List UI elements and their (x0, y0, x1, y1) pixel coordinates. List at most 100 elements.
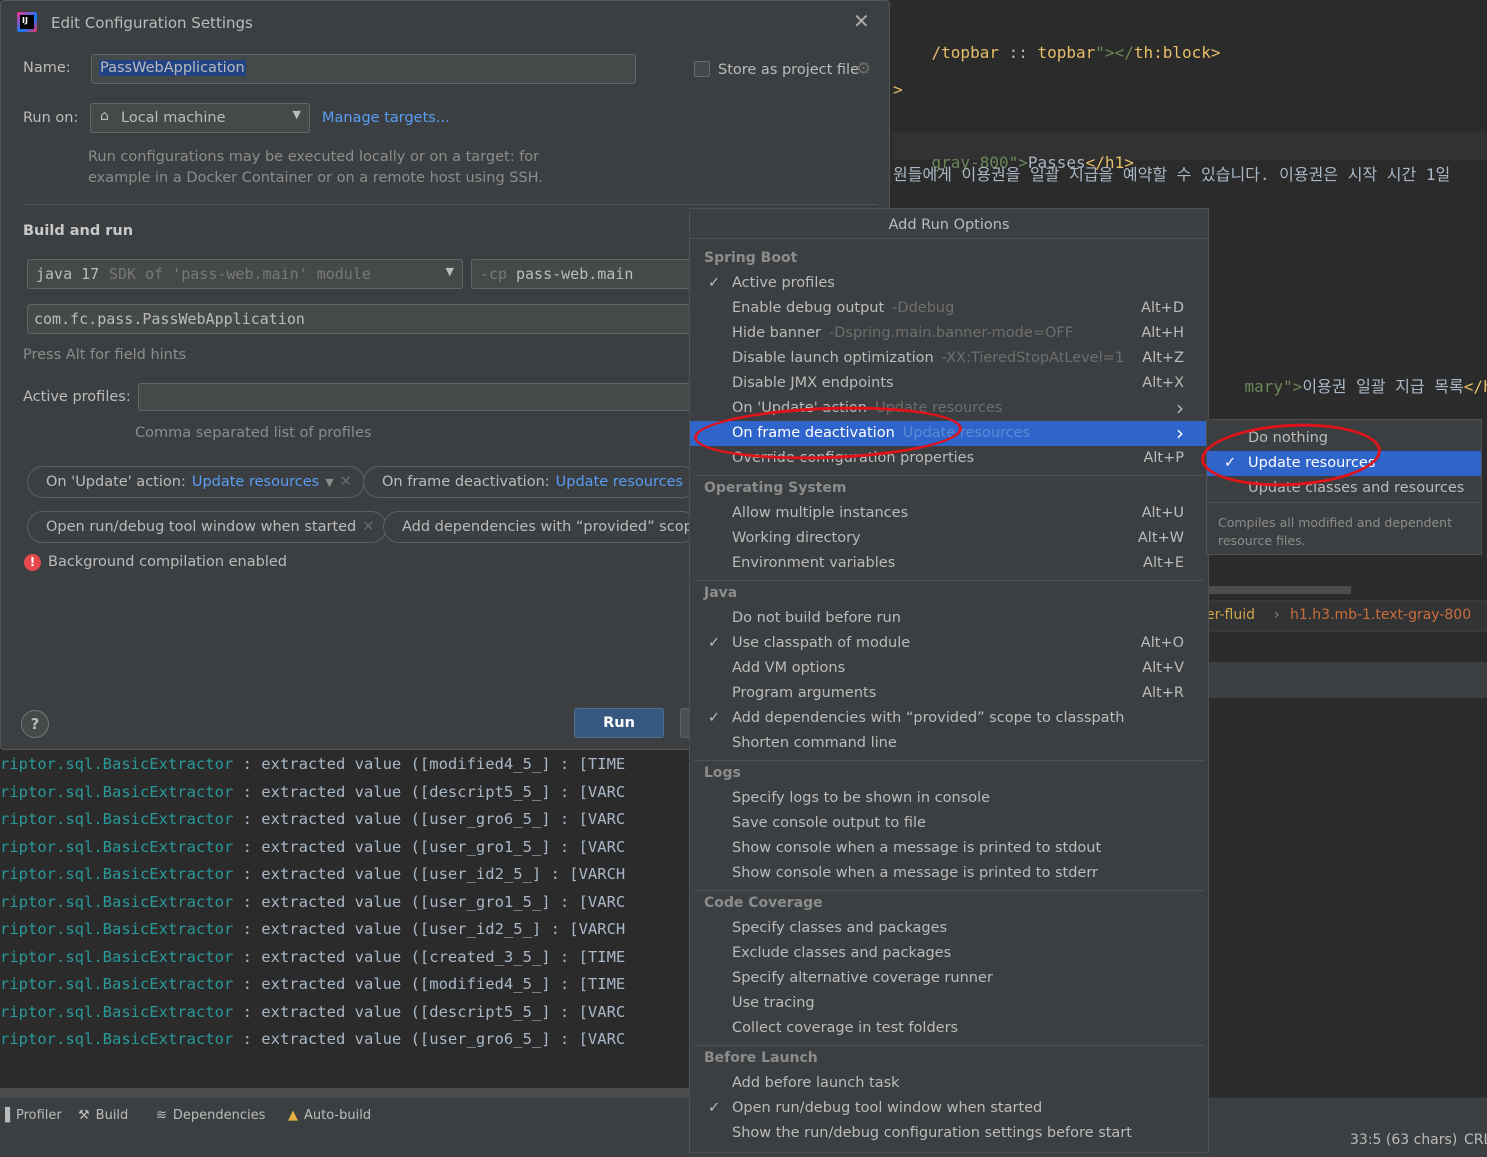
close-icon[interactable]: ✕ (340, 474, 352, 490)
check-icon: ✓ (708, 275, 721, 291)
run-button[interactable]: Run (574, 708, 664, 738)
auto-build-tab[interactable]: ▲ Auto-build (288, 1108, 371, 1123)
menu-item-add-dependencies-provided[interactable]: ✓ Add dependencies with “provided” scope … (690, 706, 1208, 731)
bg-compile-text: Background compilation enabled (48, 554, 287, 570)
menu-item-working-directory[interactable]: Working directory Alt+W (690, 526, 1208, 551)
run-on-select[interactable]: ⌂ Local machine ▼ (90, 103, 310, 133)
hammer-icon: ⚒ (78, 1108, 90, 1123)
section-java: Java (704, 585, 738, 601)
chevron-right-icon: › (1274, 607, 1280, 623)
menu-item-environment-variables[interactable]: Environment variables Alt+E (690, 551, 1208, 576)
profiler-icon: ▐ (0, 1108, 10, 1123)
classpath-field[interactable]: -cp pass-web.main (471, 259, 691, 289)
console-line: riptor.sql.BasicExtractor : extracted va… (0, 920, 626, 938)
submenu-description: Compiles all modified and dependent resou… (1218, 515, 1453, 548)
chevron-down-icon[interactable]: ▼ (325, 476, 333, 489)
chip-open-tool-window[interactable]: Open run/debug tool window when started ✕ (27, 511, 388, 543)
submenu-separator (1208, 502, 1480, 503)
name-label: Name: (23, 60, 71, 76)
menu-item-shorten-command-line[interactable]: Shorten command line (690, 731, 1208, 756)
main-class-field[interactable]: com.fc.pass.PassWebApplication (27, 304, 691, 334)
chip-frame-deactivation[interactable]: On frame deactivation:Update resources▼ (363, 466, 698, 498)
menu-item-enable-debug-output[interactable]: Enable debug output -Ddebug Alt+D (690, 296, 1208, 321)
section-operating-system: Operating System (704, 480, 847, 496)
menu-item-hide-banner[interactable]: Hide banner -Dspring.main.banner-mode=OFF… (690, 321, 1208, 346)
console-line: riptor.sql.BasicExtractor : extracted va… (0, 837, 626, 856)
dialog-title: Edit Configuration Settings (51, 14, 253, 32)
layers-icon: ≋ (156, 1108, 167, 1123)
name-field[interactable]: PassWebApplication (91, 54, 636, 84)
console-line: riptor.sql.BasicExtractor : extracted va… (0, 865, 626, 883)
console-line: riptor.sql.BasicExtractor : extracted va… (0, 810, 626, 828)
chip-update-action[interactable]: On 'Update' action: Update resources ▼ ✕ (27, 466, 365, 498)
menu-item-use-classpath-of-module[interactable]: ✓ Use classpath of module Alt+O (690, 631, 1208, 656)
menu-item-show-console-stderr[interactable]: Show console when a message is printed t… (690, 861, 1208, 886)
profiler-tab[interactable]: ▐ Profiler (0, 1108, 62, 1123)
gear-icon[interactable]: ⚙ (856, 59, 871, 79)
menu-item-allow-multiple-instances[interactable]: Allow multiple instances Alt+U (690, 501, 1208, 526)
menu-item-use-tracing[interactable]: Use tracing (690, 991, 1208, 1016)
divider (23, 204, 878, 205)
breadcrumb-item[interactable]: h1.h3.mb-1.text-gray-800 (1290, 607, 1471, 623)
menu-item-add-vm-options[interactable]: Add VM options Alt+V (690, 656, 1208, 681)
intellij-logo-icon: IJ (17, 12, 37, 32)
home-icon: ⌂ (100, 108, 109, 124)
editor-line-2: > (893, 80, 903, 99)
breadcrumb-item[interactable]: er-fluid (1206, 607, 1255, 623)
console-line: riptor.sql.BasicExtractor : extracted va… (0, 755, 626, 773)
menu-separator (694, 580, 1204, 581)
run-on-label: Run on: (23, 110, 79, 126)
chevron-right-icon: › (1176, 421, 1184, 445)
editor-line-4: 원들에게 이용권을 일괄 지급을 예약할 수 있습니다. 이용권은 시작 시간 … (893, 165, 1451, 184)
editor-line-5: mary">이용권 일괄 지급 목록</h6 (1244, 377, 1487, 396)
close-icon[interactable]: ✕ (362, 519, 374, 535)
section-logs: Logs (704, 765, 741, 781)
menu-title: Add Run Options (690, 209, 1208, 239)
run-on-hint: Run configurations may be executed local… (88, 149, 540, 165)
menu-item-collect-coverage-test-folders[interactable]: Collect coverage in test folders (690, 1016, 1208, 1041)
build-and-run-heading: Build and run (23, 223, 134, 239)
menu-item-active-profiles[interactable]: ✓ Active profiles (690, 271, 1208, 296)
dependencies-tab[interactable]: ≋ Dependencies (156, 1108, 265, 1123)
field-hints-text: Press Alt for field hints (23, 347, 187, 363)
menu-item-do-not-build-before-run[interactable]: Do not build before run (690, 606, 1208, 631)
active-profiles-input[interactable] (138, 383, 691, 411)
build-tab[interactable]: ⚒ Build (78, 1108, 128, 1123)
run-on-hint-2: example in a Docker Container or on a re… (88, 170, 543, 186)
menu-item-disable-launch-optimization[interactable]: Disable launch optimization -XX:TieredSto… (690, 346, 1208, 371)
menu-item-alternative-coverage-runner[interactable]: Specify alternative coverage runner (690, 966, 1208, 991)
store-label[interactable]: Store as project file (718, 62, 859, 78)
menu-item-program-arguments[interactable]: Program arguments Alt+R (690, 681, 1208, 706)
menu-separator (694, 1045, 1204, 1046)
menu-item-specify-classes-packages[interactable]: Specify classes and packages (690, 916, 1208, 941)
menu-item-save-console-output[interactable]: Save console output to file (690, 811, 1208, 836)
menu-separator (694, 475, 1204, 476)
tool-window-header (1206, 662, 1487, 698)
menu-item-disable-jmx-endpoints[interactable]: Disable JMX endpoints Alt+X (690, 371, 1208, 396)
menu-item-add-before-launch-task[interactable]: Add before launch task (690, 1071, 1208, 1096)
menu-item-open-tool-window-when-started[interactable]: ✓ Open run/debug tool window when started (690, 1096, 1208, 1121)
section-code-coverage: Code Coverage (704, 895, 823, 911)
console-line: riptor.sql.BasicExtractor : extracted va… (0, 947, 626, 966)
check-icon: ✓ (708, 710, 721, 726)
menu-item-exclude-classes-packages[interactable]: Exclude classes and packages (690, 941, 1208, 966)
menu-item-show-console-stdout[interactable]: Show console when a message is printed t… (690, 836, 1208, 861)
console-line: riptor.sql.BasicExtractor : extracted va… (0, 1030, 626, 1048)
store-checkbox[interactable] (694, 61, 710, 77)
profiles-hint: Comma separated list of profiles (135, 425, 372, 441)
manage-targets-link[interactable]: Manage targets... (322, 110, 450, 126)
console-line: riptor.sql.BasicExtractor : extracted va… (0, 782, 626, 801)
section-before-launch: Before Launch (704, 1050, 818, 1066)
menu-item-specify-logs[interactable]: Specify logs to be shown in console (690, 786, 1208, 811)
check-icon: ✓ (708, 635, 721, 651)
console-line: riptor.sql.BasicExtractor : extracted va… (0, 1002, 626, 1021)
cursor-position[interactable]: 33:5 (63 chars) (1350, 1132, 1457, 1148)
editor-hscrollbar[interactable] (1206, 586, 1351, 594)
close-icon[interactable]: ✕ (853, 9, 870, 33)
sdk-select[interactable]: java 17 SDK of 'pass-web.main' module ▼ (27, 259, 463, 289)
line-separator[interactable]: CRL (1464, 1132, 1487, 1148)
help-button[interactable]: ? (21, 710, 49, 738)
menu-item-show-settings-before-start[interactable]: Show the run/debug configuration setting… (690, 1121, 1208, 1146)
chip-add-dependencies[interactable]: Add dependencies with “provided” scope t (383, 511, 698, 543)
run-console: riptor.sql.BasicExtractor : extracted va… (0, 750, 700, 1088)
